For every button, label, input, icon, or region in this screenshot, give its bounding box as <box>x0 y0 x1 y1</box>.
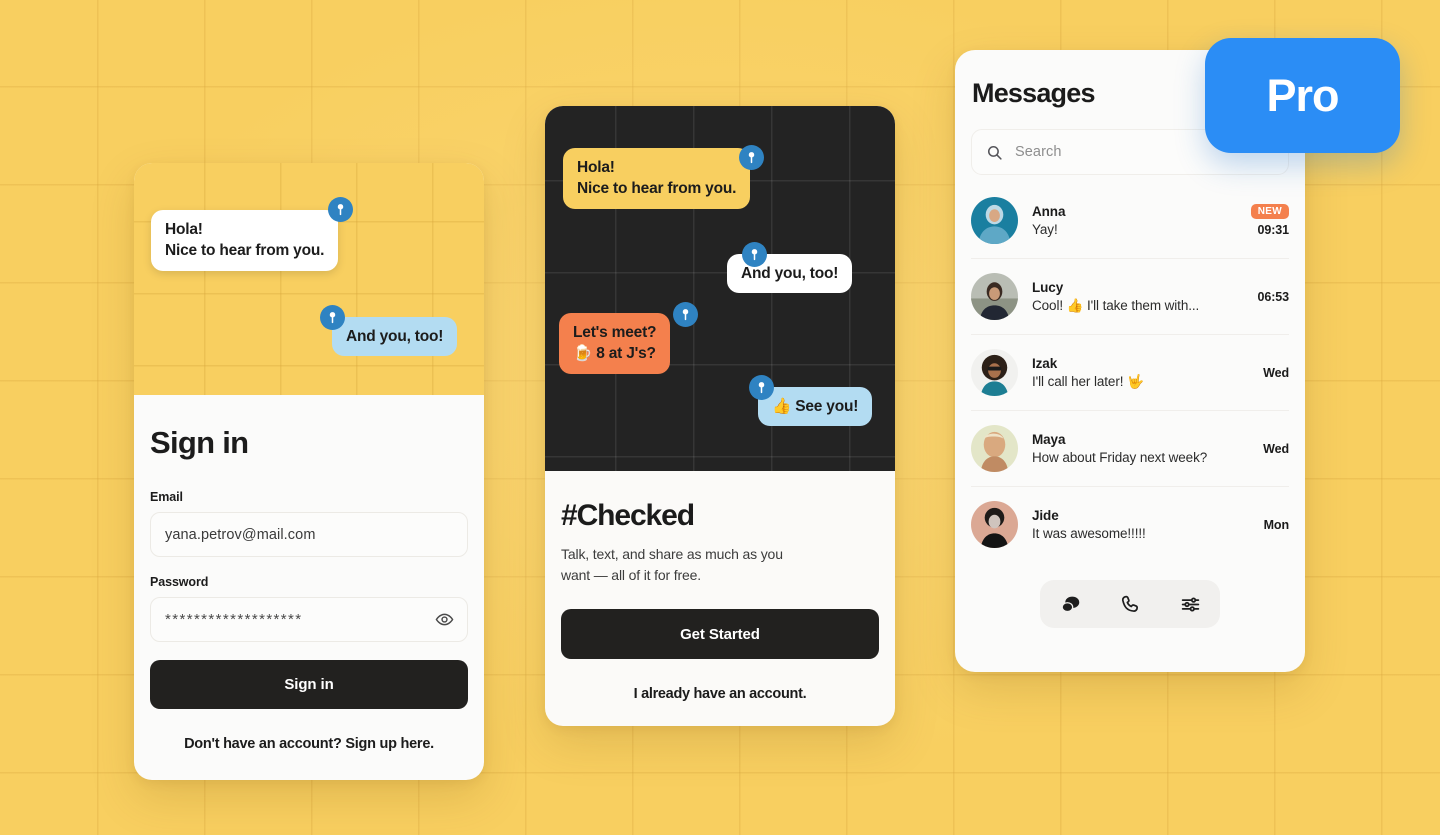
signup-link[interactable]: Don't have an account? Sign up here. <box>150 736 468 752</box>
get-started-button[interactable]: Get Started <box>561 609 879 660</box>
timestamp: 06:53 <box>1257 289 1290 304</box>
eye-icon[interactable] <box>434 610 454 630</box>
list-item[interactable]: Anna Yay! NEW 09:31 <box>971 183 1289 259</box>
bottom-nav <box>1040 580 1220 628</box>
jide-avatar <box>971 501 1018 548</box>
location-pin-icon <box>742 242 767 267</box>
maya-avatar <box>971 425 1018 472</box>
sliders-icon[interactable] <box>1173 587 1207 621</box>
contact-name: Maya <box>1032 432 1066 447</box>
contact-name: Izak <box>1032 355 1058 371</box>
chat-bubble-line: Let's meet? <box>573 324 657 341</box>
chat-bubble-lets-meet: Let's meet? 🍺 8 at J's? <box>559 313 671 374</box>
location-pin-icon <box>749 375 774 400</box>
message-preview: Yay! <box>1032 222 1058 237</box>
list-item[interactable]: Maya How about Friday next week? Wed <box>971 411 1289 487</box>
have-account-link[interactable]: I already have an account. <box>561 686 879 702</box>
list-item-meta: NEW 09:31 <box>1250 204 1290 237</box>
list-item-text: Maya How about Friday next week? <box>1032 432 1249 465</box>
list-item-text: Anna Yay! <box>1032 204 1237 237</box>
list-item[interactable]: Lucy Cool! 👍 I'll take them with... 06:5… <box>971 259 1289 335</box>
location-pin-icon <box>739 145 764 170</box>
list-item-text: Jide It was awesome!!!!! <box>1032 508 1250 541</box>
message-preview: Cool! 👍 I'll take them with... <box>1032 297 1200 313</box>
email-value: yana.petrov@mail.com <box>165 526 316 543</box>
signin-card: Hola! Nice to hear from you. And you, to… <box>134 163 484 780</box>
page-title: Sign in <box>150 425 249 460</box>
phone-icon[interactable] <box>1113 587 1147 621</box>
chat-bubble-line: Nice to hear from you. <box>165 242 325 260</box>
location-pin-icon <box>320 305 345 330</box>
chat-bubble-line: Nice to hear from you. <box>577 180 737 198</box>
timestamp: 09:31 <box>1257 223 1290 237</box>
email-label: Email <box>150 490 183 504</box>
signin-form: Sign in Email yana.petrov@mail.com Passw… <box>134 395 484 752</box>
chat-preview: Hola! Nice to hear from you. And you, to… <box>545 106 895 471</box>
email-field[interactable]: yana.petrov@mail.com <box>150 512 468 557</box>
list-item[interactable]: Jide It was awesome!!!!! Mon <box>971 487 1289 562</box>
checked-content: #Checked Talk, text, and share as much a… <box>545 471 895 702</box>
password-field[interactable]: ******************* <box>150 597 468 642</box>
chat-bubble-hola: Hola! Nice to hear from you. <box>151 210 339 271</box>
message-preview: How about Friday next week? <box>1032 450 1208 465</box>
chat-bubble-line: 👍 See you! <box>772 398 859 415</box>
timestamp: Wed <box>1263 365 1289 380</box>
list-item-meta: Mon <box>1264 518 1289 532</box>
signin-hero-chat: Hola! Nice to hear from you. And you, to… <box>134 163 484 395</box>
password-label: Password <box>150 575 209 589</box>
lucy-avatar <box>971 273 1018 320</box>
message-list: Anna Yay! NEW 09:31 Lucy Cool! 👍 I'll ta… <box>955 183 1305 562</box>
list-item-text: Izak I'll call her later! 🤟 <box>1032 356 1249 390</box>
contact-name: Anna <box>1032 204 1066 219</box>
chat-bubble-line: Hola! <box>577 159 615 176</box>
chat-bubble-and-you-too: And you, too! <box>332 317 458 357</box>
pro-badge-label: Pro <box>1266 69 1339 121</box>
contact-name: Jide <box>1032 508 1059 523</box>
pro-badge[interactable]: Pro <box>1205 38 1400 153</box>
checked-card: Hola! Nice to hear from you. And you, to… <box>545 106 895 726</box>
location-pin-icon <box>673 302 698 327</box>
signin-button[interactable]: Sign in <box>150 660 468 709</box>
search-placeholder: Search <box>1015 144 1062 160</box>
list-item-text: Lucy Cool! 👍 I'll take them with... <box>1032 280 1244 314</box>
subtitle: Talk, text, and share as much as you wan… <box>561 546 783 583</box>
list-item-meta: Wed <box>1263 442 1289 456</box>
search-icon <box>986 144 1003 161</box>
list-item-meta: 06:53 <box>1257 289 1290 304</box>
message-preview: It was awesome!!!!! <box>1032 526 1146 541</box>
location-pin-icon <box>328 197 353 222</box>
chat-bubble-line: 🍺 8 at J's? <box>573 345 656 363</box>
chat-bubble-line: And you, too! <box>346 328 444 345</box>
chat-bubble-line: Hola! <box>165 221 203 238</box>
list-item-meta: Wed <box>1263 366 1289 380</box>
izak-avatar <box>971 349 1018 396</box>
anna-avatar <box>971 197 1018 244</box>
chat-bubble-see-you: 👍 See you! <box>758 387 873 427</box>
status-badge: NEW <box>1250 204 1289 219</box>
list-item[interactable]: Izak I'll call her later! 🤟 Wed <box>971 335 1289 411</box>
message-preview: I'll call her later! 🤟 <box>1032 373 1144 389</box>
contact-name: Lucy <box>1032 279 1064 295</box>
chat-bubble-hola: Hola! Nice to hear from you. <box>563 148 751 209</box>
timestamp: Mon <box>1263 517 1289 532</box>
timestamp: Wed <box>1263 441 1289 456</box>
page-title: #Checked <box>561 499 695 532</box>
chat-bubbles-icon[interactable] <box>1053 587 1087 621</box>
password-value: ******************* <box>165 611 303 628</box>
